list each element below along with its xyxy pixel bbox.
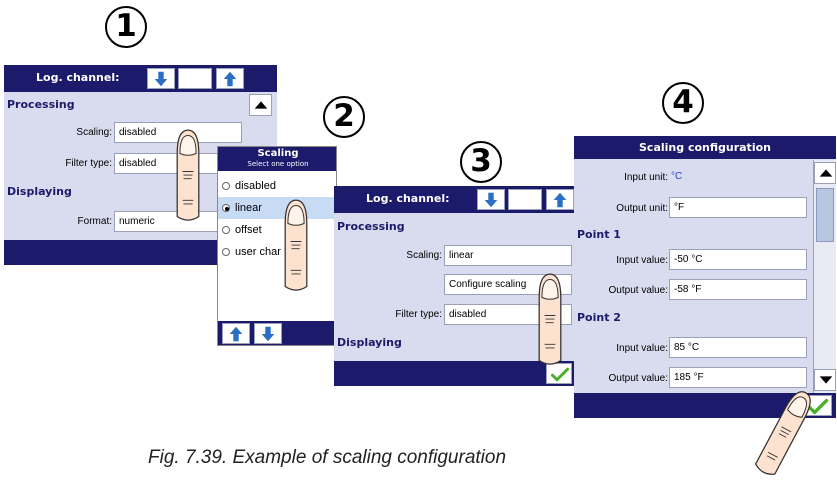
list-down-button[interactable] xyxy=(254,323,282,344)
screen3-filter-label: Filter type: xyxy=(395,309,442,320)
screen2-footer xyxy=(218,321,336,345)
screen3-header: Log. channel: 11 xyxy=(334,186,574,213)
screen3-scaling-label: Scaling: xyxy=(406,250,442,261)
point2-input-field[interactable]: 85 °C xyxy=(669,337,807,358)
list-up-button[interactable] xyxy=(222,323,250,344)
figure-caption: Fig. 7.39. Example of scaling configurat… xyxy=(148,447,507,468)
step-badge-4: 4 xyxy=(662,82,704,124)
scrollbar[interactable] xyxy=(813,160,836,393)
screen2-subtitle: Select one option xyxy=(247,160,309,168)
point2-title: Point 2 xyxy=(577,311,621,324)
triangle-up-icon xyxy=(817,164,835,182)
channel-up-button[interactable] xyxy=(546,189,574,210)
radio-selected-icon xyxy=(222,204,230,212)
arrow-down-icon xyxy=(482,191,500,209)
point1-input-label: Input value: xyxy=(616,255,668,266)
option-label: linear xyxy=(235,202,262,214)
screen1-filter-label: Filter type: xyxy=(65,158,112,169)
channel-number: 11 xyxy=(508,189,542,210)
screen2-title: Scaling xyxy=(257,148,299,159)
arrow-down-icon xyxy=(259,325,277,343)
screen3-scaling-field[interactable]: linear xyxy=(444,245,572,266)
channel-number: 11 xyxy=(178,68,212,89)
screen2-header: Scaling Select one option xyxy=(218,147,336,171)
screen4-header: Scaling configuration xyxy=(574,136,836,159)
channel-down-button[interactable] xyxy=(147,68,175,89)
input-unit-value: °C xyxy=(671,171,683,182)
step-badge-1: 1 xyxy=(105,6,147,48)
output-unit-label: Output unit: xyxy=(616,203,668,214)
point1-input-field[interactable]: -50 °C xyxy=(669,249,807,270)
channel-up-button[interactable] xyxy=(216,68,244,89)
input-unit-label: Input unit: xyxy=(624,172,668,183)
screen1-displaying-title: Displaying xyxy=(7,185,72,198)
step-badge-2: 2 xyxy=(323,96,365,138)
option-disabled[interactable]: disabled xyxy=(218,175,336,197)
screen-4: Scaling configuration Input unit: °C Out… xyxy=(574,136,836,418)
option-label: disabled xyxy=(235,180,276,192)
option-label: offset xyxy=(235,224,262,236)
scroll-up-button[interactable] xyxy=(249,94,272,116)
point2-output-label: Output value: xyxy=(608,373,668,384)
finger-pointer-icon xyxy=(278,196,314,296)
point2-input-label: Input value: xyxy=(616,343,668,354)
screen3-displaying-title: Displaying xyxy=(337,336,402,349)
radio-icon xyxy=(222,248,230,256)
finger-pointer-icon xyxy=(532,270,568,370)
screen1-header: Log. channel: 11 xyxy=(4,65,277,92)
scroll-up-button[interactable] xyxy=(814,162,836,184)
point1-output-label: Output value: xyxy=(608,285,668,296)
arrow-up-icon xyxy=(227,325,245,343)
point1-title: Point 1 xyxy=(577,228,621,241)
point2-output-field[interactable]: 185 °F xyxy=(669,367,807,388)
screen3-header-label: Log. channel: xyxy=(366,192,450,205)
option-label: user char xyxy=(235,246,281,258)
arrow-up-icon xyxy=(551,191,569,209)
step-badge-3: 3 xyxy=(460,141,502,183)
radio-icon xyxy=(222,226,230,234)
screen1-format-label: Format: xyxy=(77,216,112,227)
radio-icon xyxy=(222,182,230,190)
triangle-down-icon xyxy=(817,371,835,389)
screen1-header-label: Log. channel: xyxy=(36,71,120,84)
screen-2: Scaling Select one option disabled linea… xyxy=(217,146,337,346)
screen4-title: Scaling configuration xyxy=(639,141,771,154)
channel-down-button[interactable] xyxy=(477,189,505,210)
scrollbar-thumb[interactable] xyxy=(816,188,834,242)
arrow-down-icon xyxy=(152,70,170,88)
scroll-down-button[interactable] xyxy=(814,369,836,391)
point1-output-field[interactable]: -58 °F xyxy=(669,279,807,300)
screen3-processing-title: Processing xyxy=(337,220,405,233)
triangle-up-icon xyxy=(252,96,270,114)
output-unit-field[interactable]: °F xyxy=(669,197,807,218)
screen1-scaling-label: Scaling: xyxy=(76,127,112,138)
arrow-up-icon xyxy=(221,70,239,88)
finger-pointer-icon xyxy=(170,126,206,226)
screen1-processing-title: Processing xyxy=(7,98,75,111)
